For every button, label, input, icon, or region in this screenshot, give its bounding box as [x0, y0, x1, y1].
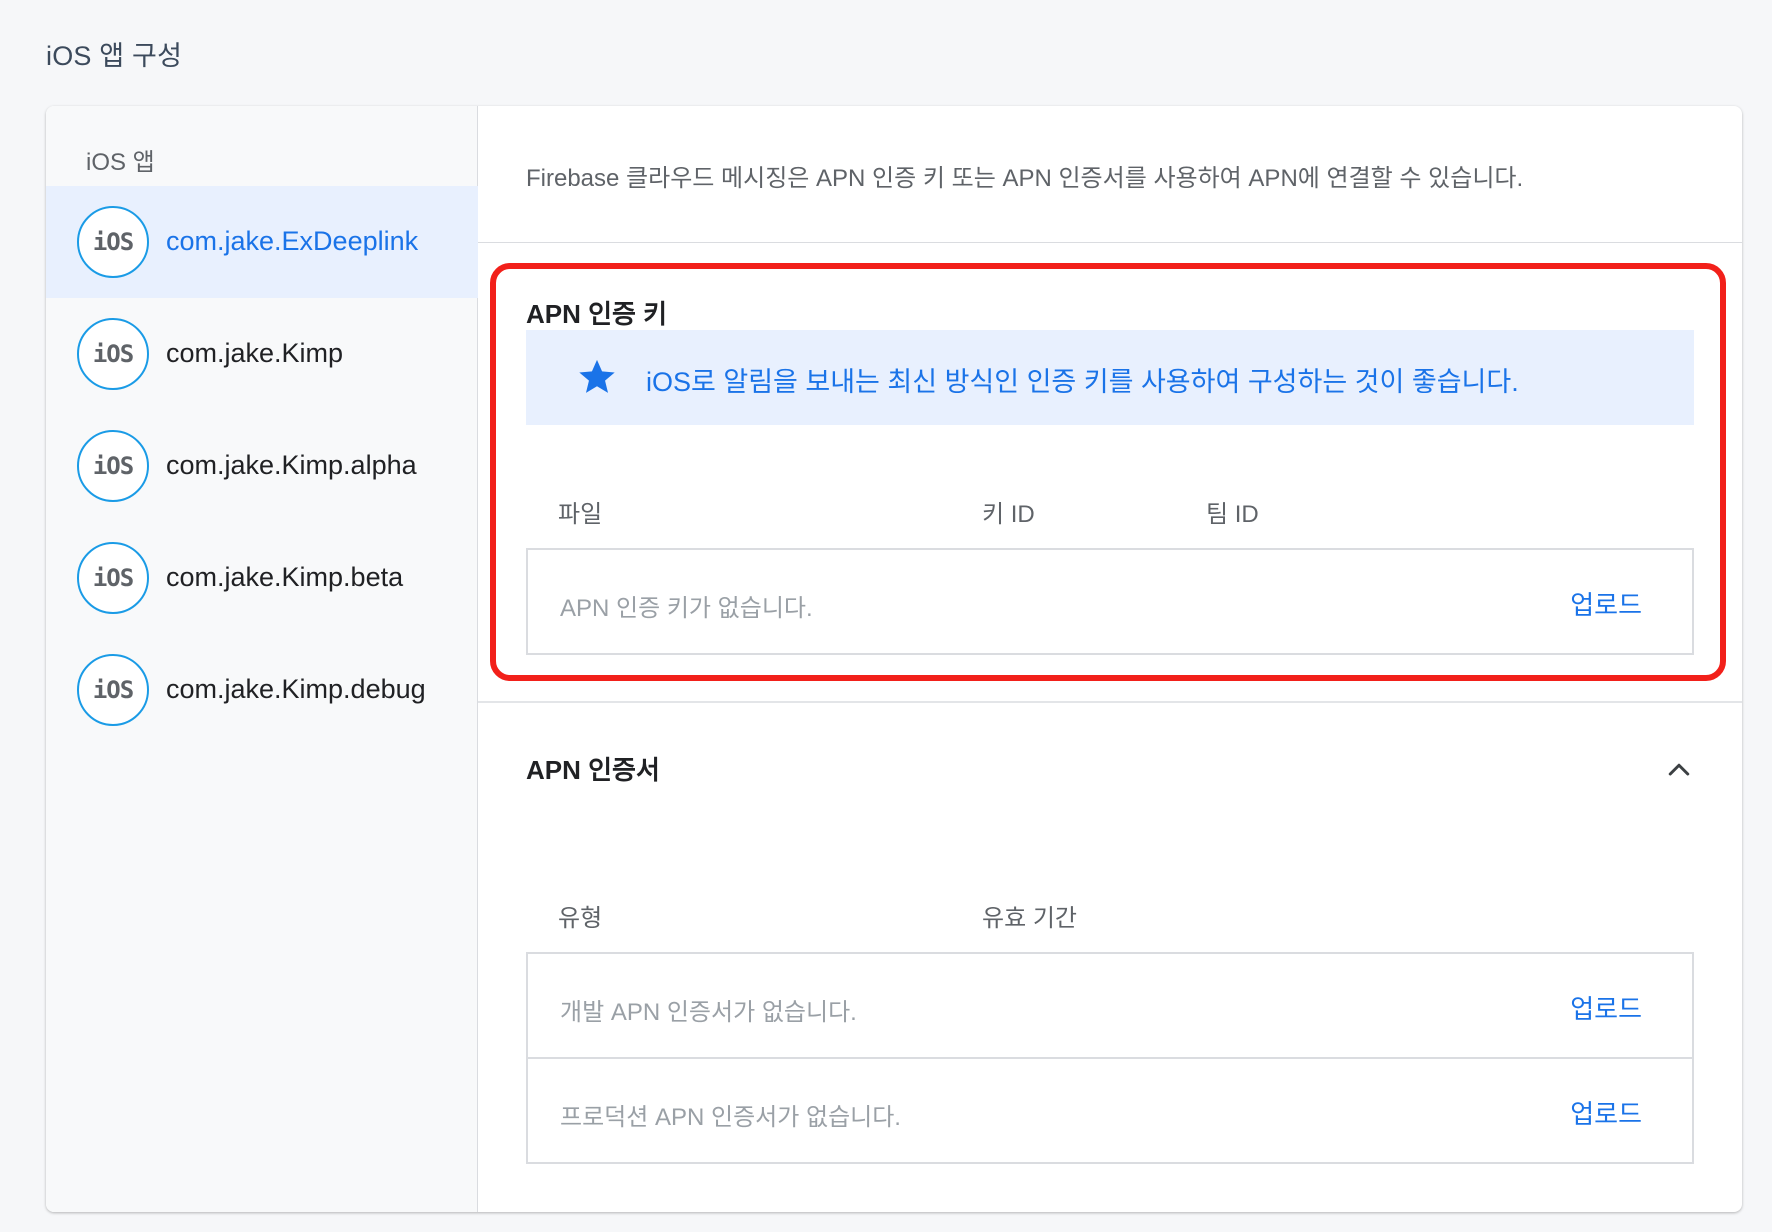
- app-item-kimp-alpha[interactable]: iOS com.jake.Kimp.alpha: [46, 410, 478, 522]
- ios-app-icon: iOS: [77, 654, 149, 726]
- app-name: com.jake.ExDeeplink: [166, 226, 419, 256]
- empty-state-text: 개발 APN 인증서가 없습니다.: [560, 999, 857, 1026]
- column-header-type: 유형: [558, 905, 603, 932]
- ios-app-icon: iOS: [77, 318, 149, 390]
- section-divider: [478, 701, 1742, 703]
- app-name: com.jake.Kimp.debug: [166, 674, 426, 704]
- app-item-kimp-debug[interactable]: iOS com.jake.Kimp.debug: [46, 634, 478, 746]
- app-sidebar: iOS 앱 iOS com.jake.ExDeeplink iOS com.ja…: [46, 106, 478, 1212]
- intro-text: Firebase 클라우드 메시징은 APN 인증 키 또는 APN 인증서를 …: [526, 165, 1524, 192]
- sidebar-heading: iOS 앱: [86, 149, 155, 176]
- chevron-up-icon[interactable]: [1664, 754, 1694, 784]
- upload-prod-certificate-button[interactable]: 업로드: [1570, 1094, 1642, 1131]
- app-item-exdeeplink[interactable]: iOS com.jake.ExDeeplink: [46, 186, 478, 298]
- app-item-kimp-beta[interactable]: iOS com.jake.Kimp.beta: [46, 522, 478, 634]
- certificates-title: APN 인증서: [526, 755, 660, 785]
- highlight-annotation: [490, 263, 1726, 681]
- upload-dev-certificate-button[interactable]: 업로드: [1570, 989, 1642, 1026]
- column-header-validity: 유효 기간: [982, 905, 1077, 932]
- app-name: com.jake.Kimp.beta: [166, 562, 404, 592]
- app-name: com.jake.Kimp: [166, 338, 344, 368]
- ios-app-icon: iOS: [77, 542, 149, 614]
- intro-section: Firebase 클라우드 메시징은 APN 인증 키 또는 APN 인증서를 …: [478, 106, 1742, 243]
- main-panel: Firebase 클라우드 메시징은 APN 인증 키 또는 APN 인증서를 …: [478, 106, 1742, 1212]
- app-item-kimp[interactable]: iOS com.jake.Kimp: [46, 298, 478, 410]
- empty-state-text: 프로덕션 APN 인증서가 없습니다.: [560, 1104, 901, 1131]
- app-name: com.jake.Kimp.alpha: [166, 450, 417, 480]
- app-list: iOS com.jake.ExDeeplink iOS com.jake.Kim…: [46, 186, 478, 746]
- ios-app-icon: iOS: [77, 206, 149, 278]
- dev-certificate-row: 개발 APN 인증서가 없습니다. 업로드: [526, 952, 1694, 1059]
- page-title: iOS 앱 구성: [46, 41, 183, 71]
- config-card: iOS 앱 iOS com.jake.ExDeeplink iOS com.ja…: [46, 106, 1742, 1212]
- prod-certificate-row: 프로덕션 APN 인증서가 없습니다. 업로드: [526, 1057, 1694, 1164]
- ios-app-icon: iOS: [77, 430, 149, 502]
